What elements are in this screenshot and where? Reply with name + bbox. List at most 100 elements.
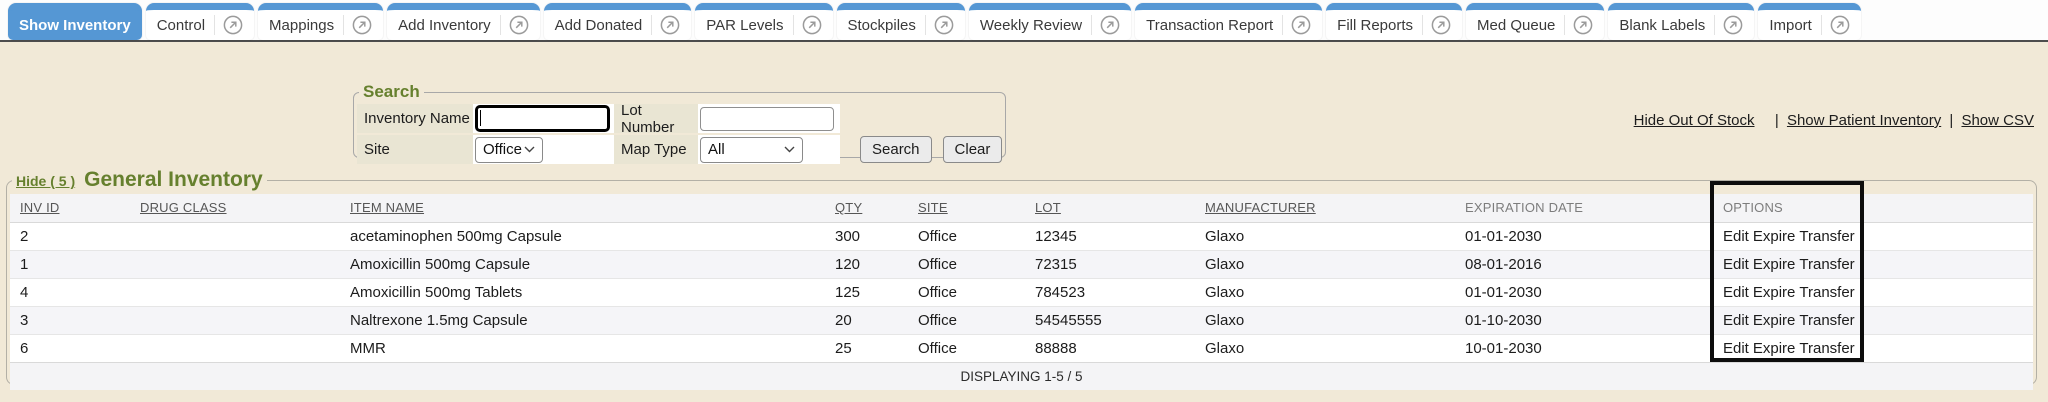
lot-number-label: Lot Number [614,104,698,133]
tab-stockpiles[interactable]: Stockpiles [837,3,965,40]
transfer-link[interactable]: Transfer [1799,340,1854,357]
column-header-label[interactable]: QTY [835,200,862,215]
cell-options: EditExpireTransfer [1713,334,1867,362]
table-row: 4Amoxicillin 500mg Tablets125Office78452… [10,278,2033,306]
tab-par-levels[interactable]: PAR Levels [695,3,832,40]
map-type-select[interactable]: All [700,137,803,163]
tab-label: Fill Reports [1337,17,1413,34]
cell-lot: 784523 [1025,278,1195,306]
links-separator: | [1771,112,1783,129]
column-header-label[interactable]: INV ID [20,200,59,215]
cell-lot: 12345 [1025,222,1195,250]
cell-drug-class [130,306,340,334]
tab-fill-reports[interactable]: Fill Reports [1326,3,1462,40]
search-button[interactable]: Search [860,136,932,163]
tab-add-inventory[interactable]: Add Inventory [387,3,540,40]
search-legend: Search [359,82,424,102]
transfer-link[interactable]: Transfer [1799,256,1854,273]
tab-import[interactable]: Import [1758,3,1861,40]
tab-med-queue[interactable]: Med Queue [1466,3,1604,40]
edit-link[interactable]: Edit [1723,256,1749,273]
edit-link[interactable]: Edit [1723,340,1749,357]
edit-link[interactable]: Edit [1723,284,1749,301]
cell-lot: 88888 [1025,334,1195,362]
tab-label: Blank Labels [1619,17,1705,34]
cell-options: EditExpireTransfer [1713,250,1867,278]
column-header-label: OPTIONS [1723,200,1783,215]
external-link-icon [1422,15,1451,35]
column-header-label[interactable]: ITEM NAME [350,200,424,215]
transfer-link[interactable]: Transfer [1799,312,1854,329]
external-link-icon [651,15,680,35]
tab-label: Mappings [269,17,334,34]
tab-show-inventory[interactable]: Show Inventory [8,3,142,40]
cell-expiration-date: 08-01-2016 [1455,250,1713,278]
quick-links: Hide Out Of Stock | Show Patient Invento… [1634,112,2034,129]
external-link-icon [1091,15,1120,35]
cell-expiration-date: 01-10-2030 [1455,306,1713,334]
external-link-icon [214,15,243,35]
cell-qty: 120 [825,250,908,278]
chevron-down-icon [784,146,795,153]
transfer-link[interactable]: Transfer [1799,284,1854,301]
tab-label: Transaction Report [1146,17,1273,34]
table-footer-row: DISPLAYING 1-5 / 5 [10,362,2033,390]
external-link-icon [1282,15,1311,35]
column-header-label[interactable]: MANUFACTURER [1205,200,1316,215]
cell-site: Office [908,278,1025,306]
table-row: 3Naltrexone 1.5mg Capsule20Office5454555… [10,306,2033,334]
links-separator: | [1945,112,1957,129]
tab-transaction-report[interactable]: Transaction Report [1135,3,1322,40]
table-row: 1Amoxicillin 500mg Capsule120Office72315… [10,250,2033,278]
column-header-label[interactable]: SITE [918,200,948,215]
cell-manufacturer: Glaxo [1195,250,1455,278]
external-link-icon [1564,15,1593,35]
tab-label: Add Inventory [398,17,491,34]
cell-manufacturer: Glaxo [1195,278,1455,306]
expire-link[interactable]: Expire [1753,256,1796,273]
tab-control[interactable]: Control [146,3,254,40]
hide-section-link[interactable]: Hide ( 5 ) [16,173,75,189]
tab-mappings[interactable]: Mappings [258,3,383,40]
tab-label: Control [157,17,205,34]
expire-link[interactable]: Expire [1753,228,1796,245]
expire-link[interactable]: Expire [1753,312,1796,329]
tab-label: PAR Levels [706,17,783,34]
lot-number-input[interactable] [700,107,834,131]
top-navbar: Show Inventory Control Mappings Add Invento… [0,0,2048,42]
cell-expiration-date: 01-01-2030 [1455,222,1713,250]
inventory-name-input[interactable] [475,105,610,132]
external-link-icon [1821,15,1850,35]
search-panel: Search Inventory Name Lot Number Site Of [353,82,1006,158]
show-patient-inventory-link[interactable]: Show Patient Inventory [1787,112,1941,129]
map-type-select-value: All [708,141,725,158]
hide-out-of-stock-link[interactable]: Hide Out Of Stock [1634,112,1755,129]
column-header-qty: QTY [825,194,908,222]
cell-options: EditExpireTransfer [1713,306,1867,334]
edit-link[interactable]: Edit [1723,312,1749,329]
show-csv-link[interactable]: Show CSV [1961,112,2034,129]
tab-blank-labels[interactable]: Blank Labels [1608,3,1754,40]
column-header-label[interactable]: DRUG CLASS [140,200,227,215]
site-label: Site [357,135,473,164]
cell-site: Office [908,306,1025,334]
tab-weekly-review[interactable]: Weekly Review [969,3,1131,40]
expire-link[interactable]: Expire [1753,340,1796,357]
column-header-drug-class: DRUG CLASS [130,194,340,222]
transfer-link[interactable]: Transfer [1799,228,1854,245]
cell-filler [1867,278,2033,306]
clear-button[interactable]: Clear [943,136,1003,163]
tab-label: Weekly Review [980,17,1082,34]
cell-filler [1867,306,2033,334]
expire-link[interactable]: Expire [1753,284,1796,301]
edit-link[interactable]: Edit [1723,228,1749,245]
cell-inv-id: 6 [10,334,130,362]
cell-manufacturer: Glaxo [1195,222,1455,250]
site-select-value: Office [483,141,522,158]
column-header-label[interactable]: LOT [1035,200,1061,215]
site-select[interactable]: Office [475,137,543,163]
tab-label: Show Inventory [19,17,131,34]
tab-add-donated[interactable]: Add Donated [544,3,692,40]
cell-expiration-date: 10-01-2030 [1455,334,1713,362]
cell-inv-id: 2 [10,222,130,250]
